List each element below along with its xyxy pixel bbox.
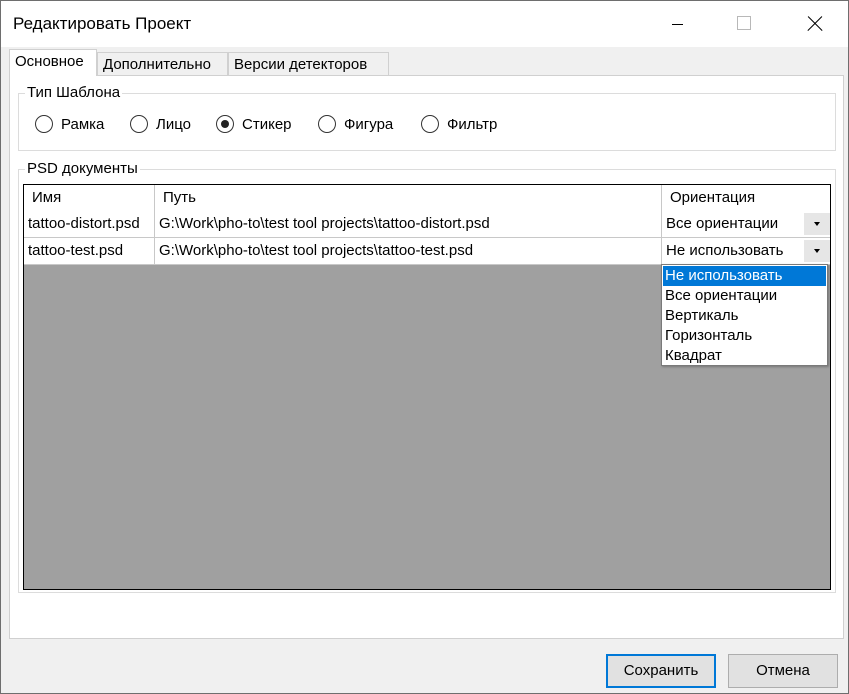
tab-main[interactable]: Основное [9, 49, 97, 76]
cell-path[interactable]: G:\Work\pho-to\test tool projects\tattoo… [155, 211, 662, 237]
orientation-combo[interactable]: Не использовать [662, 238, 830, 264]
radio-label: Стикер [242, 116, 292, 133]
psd-documents-legend: PSD документы [25, 160, 140, 178]
dropdown-option[interactable]: Горизонталь [663, 326, 826, 346]
chevron-down-icon[interactable] [804, 240, 830, 262]
psd-documents-group: PSD документы Имя Путь Ориентация tattoo… [18, 160, 836, 593]
orientation-value: Не использовать [666, 242, 784, 259]
dropdown-option[interactable]: Все ориентации [663, 286, 826, 306]
close-icon[interactable] [791, 1, 837, 47]
maximize-icon[interactable] [721, 1, 767, 47]
psd-documents-grid[interactable]: Имя Путь Ориентация tattoo-distort.psd G… [23, 184, 831, 590]
orientation-dropdown-list[interactable]: Не использовать Все ориентации Вертикаль… [661, 264, 828, 366]
radio-circle-icon[interactable] [421, 115, 439, 133]
dropdown-option[interactable]: Квадрат [663, 346, 826, 366]
dropdown-option[interactable]: Вертикаль [663, 306, 826, 326]
chevron-down-icon[interactable] [804, 213, 830, 235]
orientation-value: Все ориентации [666, 215, 779, 232]
template-type-group: Тип Шаблона Рамка Лицо Стикер Фигура Фил… [18, 84, 836, 151]
tab-additional[interactable]: Дополнительно [97, 52, 228, 76]
column-header-name[interactable]: Имя [24, 185, 155, 211]
radio-label: Фигура [344, 116, 394, 133]
tab-detector-versions[interactable]: Версии детекторов [228, 52, 389, 76]
save-button[interactable]: Сохранить [606, 654, 716, 688]
radio-label: Фильтр [447, 116, 498, 133]
cancel-button[interactable]: Отмена [728, 654, 838, 688]
template-type-legend: Тип Шаблона [25, 84, 123, 102]
column-header-path[interactable]: Путь [155, 185, 662, 211]
table-row[interactable]: tattoo-test.psd G:\Work\pho-to\test tool… [24, 238, 830, 265]
orientation-combo[interactable]: Все ориентации [662, 211, 830, 237]
title-bar[interactable]: Редактировать Проект [1, 1, 848, 47]
cell-name[interactable]: tattoo-distort.psd [24, 211, 155, 237]
minimize-icon[interactable] [655, 1, 701, 47]
radio-circle-icon[interactable] [130, 115, 148, 133]
window-title: Редактировать Проект [13, 14, 192, 33]
radio-checked-icon[interactable] [216, 115, 234, 133]
dropdown-option[interactable]: Не использовать [663, 266, 826, 286]
column-header-orientation[interactable]: Ориентация [662, 185, 830, 211]
radio-circle-icon[interactable] [318, 115, 336, 133]
radio-label: Лицо [156, 116, 191, 133]
cell-path[interactable]: G:\Work\pho-to\test tool projects\tattoo… [155, 238, 662, 264]
cell-name[interactable]: tattoo-test.psd [24, 238, 155, 264]
radio-circle-icon[interactable] [35, 115, 53, 133]
grid-header: Имя Путь Ориентация [24, 185, 830, 212]
radio-label: Рамка [61, 116, 105, 133]
table-row[interactable]: tattoo-distort.psd G:\Work\pho-to\test t… [24, 211, 830, 238]
